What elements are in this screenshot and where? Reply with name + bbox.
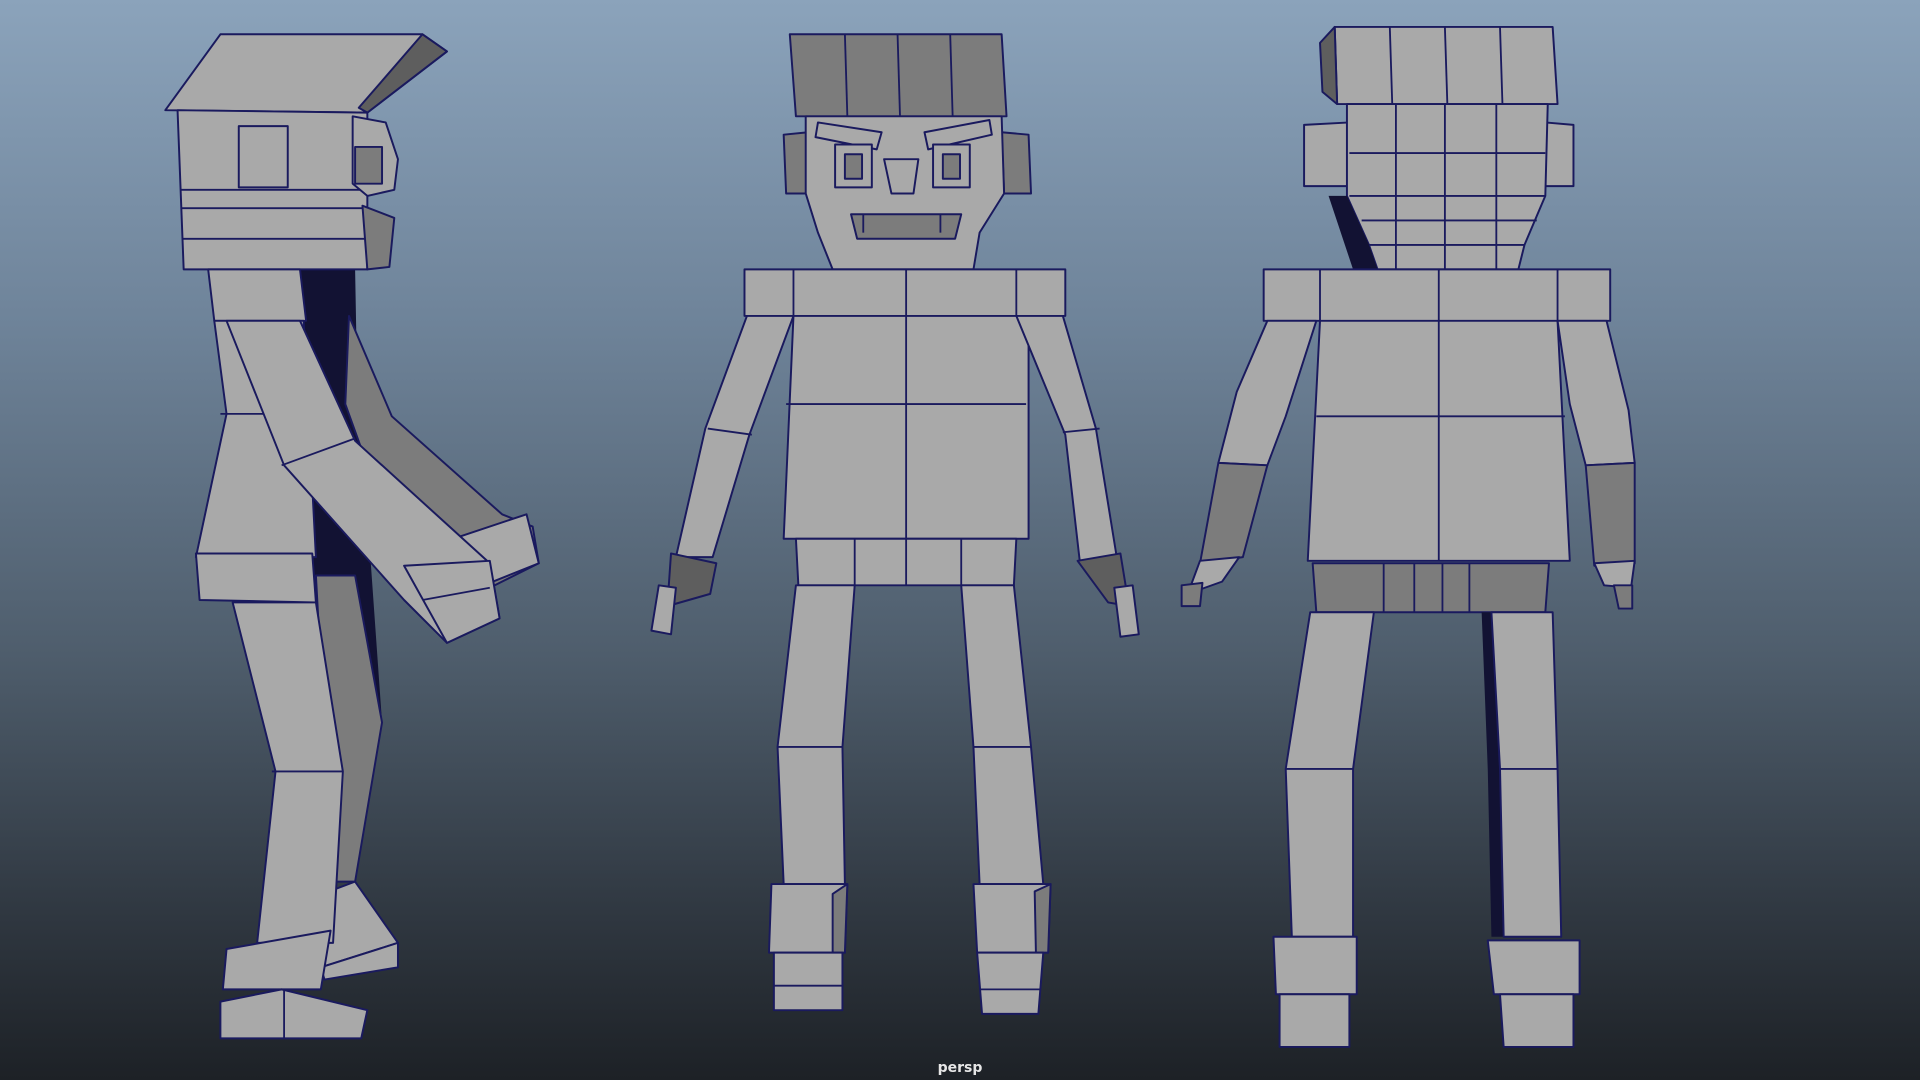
camera-name-label: persp [937, 1060, 983, 1076]
character-back-view[interactable] [1180, 25, 1636, 1048]
character-side-view[interactable] [164, 33, 540, 1040]
3d-viewport[interactable]: persp [0, 0, 1920, 1080]
character-front-view[interactable] [650, 33, 1140, 1015]
scene-canvas[interactable] [0, 0, 1920, 1080]
